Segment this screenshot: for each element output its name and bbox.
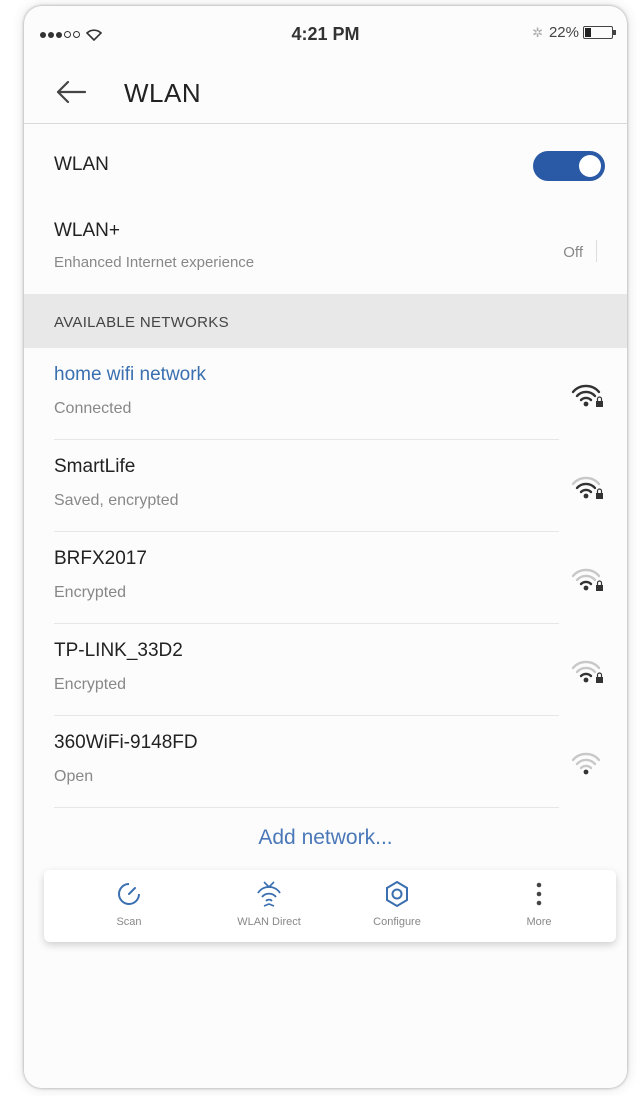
network-status: Encrypted — [54, 676, 127, 693]
bluetooth-icon: ✲ — [532, 24, 543, 40]
status-bar: 4:21 PM ✲ 22% — [24, 6, 627, 58]
network-name: TP-LINK_33D2 — [54, 640, 183, 661]
wlan-label: WLAN — [54, 154, 109, 175]
wifi-signal-lock-icon — [571, 384, 603, 407]
wlan-direct-icon — [257, 881, 281, 907]
phone-frame: 4:21 PM ✲ 22% WLAN WLAN WLAN+ Enhanced I… — [24, 6, 627, 1088]
empty-area — [24, 956, 627, 1088]
battery-icon — [583, 26, 616, 39]
wlan-plus-label: WLAN+ — [54, 220, 120, 241]
network-item[interactable]: BRFX2017 Encrypted — [24, 534, 627, 624]
network-name: BRFX2017 — [54, 548, 147, 569]
network-item[interactable]: TP-LINK_33D2 Encrypted — [24, 626, 627, 716]
wifi-signal-icon — [571, 752, 601, 775]
network-name: home wifi network — [54, 364, 207, 385]
scan-icon — [118, 883, 140, 905]
toggle-knob — [579, 155, 601, 177]
wlan-plus-state: Off — [563, 244, 583, 261]
wlan-toggle[interactable] — [533, 151, 605, 181]
back-arrow-icon[interactable] — [54, 77, 88, 113]
wlan-toggle-row[interactable]: WLAN — [24, 130, 627, 198]
wlan-direct-button[interactable]: WLAN Direct — [214, 876, 324, 928]
scan-button[interactable]: Scan — [74, 876, 184, 928]
network-name: 360WiFi-9148FD — [54, 732, 198, 753]
divider — [54, 715, 559, 716]
more-label: More — [526, 916, 552, 928]
configure-button[interactable]: Configure — [342, 876, 452, 928]
network-name: SmartLife — [54, 456, 136, 477]
wifi-signal-lock-icon — [571, 660, 603, 683]
gear-icon — [386, 880, 408, 908]
battery-percent: 22% — [548, 24, 579, 41]
divider — [54, 439, 559, 440]
divider — [54, 623, 559, 624]
scan-label: Scan — [116, 916, 142, 928]
network-status: Open — [54, 768, 94, 785]
wifi-signal-lock-icon — [571, 476, 603, 499]
more-vertical-icon — [536, 882, 542, 906]
section-title: AVAILABLE NETWORKS — [54, 314, 229, 331]
network-item[interactable]: home wifi network Connected — [24, 350, 627, 440]
app-header: WLAN — [24, 61, 627, 124]
wifi-signal-lock-icon — [571, 568, 603, 591]
chevron-right-icon — [596, 240, 597, 262]
battery-indicator: ✲ 22% — [532, 24, 616, 41]
divider — [54, 531, 559, 532]
network-item[interactable]: 360WiFi-9148FD Open — [24, 718, 627, 808]
more-button[interactable]: More — [484, 876, 594, 928]
bottom-toolbar: Scan WLAN Direct Configure More — [44, 870, 616, 942]
network-status: Encrypted — [54, 584, 127, 601]
available-networks-header: AVAILABLE NETWORKS — [24, 294, 627, 348]
page-title: WLAN — [124, 78, 202, 108]
add-network-button[interactable]: Add network... — [24, 826, 627, 850]
wlan-direct-label: WLAN Direct — [237, 916, 301, 928]
network-status: Connected — [54, 400, 132, 417]
wlan-plus-subtitle: Enhanced Internet experience — [54, 254, 255, 271]
network-item[interactable]: SmartLife Saved, encrypted — [24, 442, 627, 532]
network-status: Saved, encrypted — [54, 492, 179, 509]
divider — [54, 807, 559, 808]
configure-label: Configure — [373, 916, 421, 928]
wlan-plus-row[interactable]: WLAN+ Enhanced Internet experience Off — [24, 202, 627, 288]
